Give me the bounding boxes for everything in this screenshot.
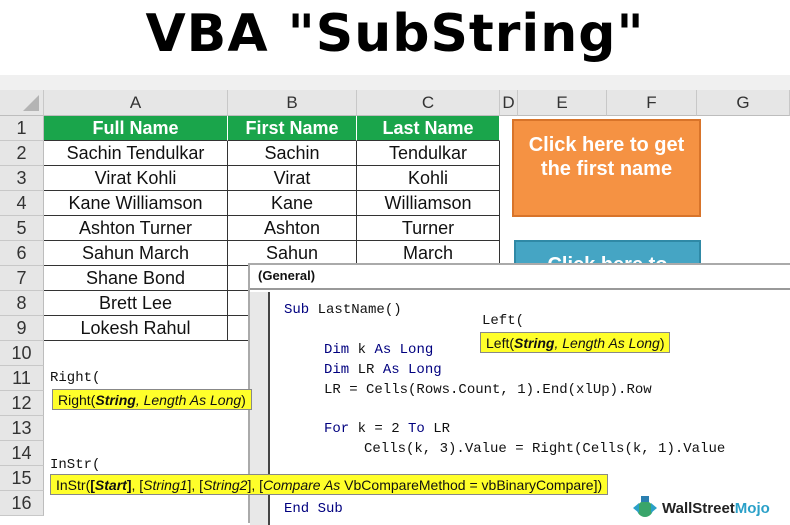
wallstreetmojo-logo: WallStreetMojo <box>632 495 770 521</box>
code-line[interactable]: Sub LastName() <box>284 302 402 318</box>
code-line[interactable]: For k = 2 To LR <box>324 421 450 437</box>
select-all-corner[interactable] <box>0 90 44 116</box>
row-header-6[interactable]: 6 <box>0 241 44 266</box>
keyword: Dim <box>324 342 350 358</box>
tip-text: ], [ <box>187 477 204 493</box>
row-header-14[interactable]: 14 <box>0 441 44 466</box>
column-header-d[interactable]: D <box>500 90 518 116</box>
keyword: As Long <box>382 362 442 378</box>
keyword: Sub <box>284 302 310 318</box>
column-header-g[interactable]: G <box>697 90 790 116</box>
table-cell[interactable]: Brett Lee <box>44 291 228 316</box>
instr-tooltip: InStr([Start], [String1], [String2], [Co… <box>50 474 609 495</box>
header-cell[interactable]: Full Name <box>44 116 228 141</box>
table-cell[interactable]: Lokesh Rahul <box>44 316 228 341</box>
row-header-16[interactable]: 16 <box>0 491 44 516</box>
typed-instr: InStr( <box>50 457 101 473</box>
table-cell[interactable]: Sachin <box>228 141 357 166</box>
get-first-name-button[interactable]: Click here to get the first name <box>512 119 701 217</box>
tip-param: String <box>95 392 136 408</box>
tip-param: Compare As <box>263 477 341 493</box>
table-cell[interactable]: Tendulkar <box>357 141 500 166</box>
tip-param: Length As Long <box>143 392 242 408</box>
tip-text: ) <box>241 392 246 408</box>
logo-text: WallStreet <box>662 499 735 517</box>
column-header-b[interactable]: B <box>228 90 357 116</box>
row-header-11[interactable]: 11 <box>0 366 44 391</box>
table-cell[interactable]: Kane <box>228 191 357 216</box>
row-header-3[interactable]: 3 <box>0 166 44 191</box>
code-text: LastName() <box>309 302 402 318</box>
code-line[interactable]: End Sub <box>284 501 343 517</box>
typed-right: Right( <box>50 370 101 386</box>
ribbon-strip <box>0 75 790 90</box>
row-header-2[interactable]: 2 <box>0 141 44 166</box>
row-header-5[interactable]: 5 <box>0 216 44 241</box>
code-text: k <box>349 342 375 358</box>
row-header-13[interactable]: 13 <box>0 416 44 441</box>
table-cell[interactable]: Sahun March <box>44 241 228 266</box>
row-header-10[interactable]: 10 <box>0 341 44 366</box>
tip-param: Start <box>94 477 127 493</box>
keyword: To <box>408 421 425 437</box>
row-header-7[interactable]: 7 <box>0 266 44 291</box>
code-line[interactable]: Dim LR As Long <box>324 362 442 378</box>
keyword: As Long <box>374 342 434 358</box>
code-text: LR <box>424 421 451 437</box>
tip-param: String2 <box>203 477 248 493</box>
header-cell[interactable]: First Name <box>228 116 357 141</box>
page-title: VBA "SubString" <box>145 4 645 64</box>
code-line[interactable]: Dim k As Long <box>324 342 433 358</box>
table-cell[interactable]: Kohli <box>357 166 500 191</box>
row-header-12[interactable]: 12 <box>0 391 44 416</box>
tip-param: Length As Long <box>562 335 660 351</box>
logo-text: Mojo <box>734 499 770 517</box>
row-header-9[interactable]: 9 <box>0 316 44 341</box>
right-tooltip: Right(String, Length As Long) <box>52 389 252 410</box>
code-line[interactable]: Cells(k, 3).Value = Right(Cells(k, 1).Va… <box>364 441 725 457</box>
tip-text: Right( <box>58 392 96 408</box>
table-cell[interactable]: Virat Kohli <box>44 166 228 191</box>
table-cell[interactable]: Virat <box>228 166 357 191</box>
tip-text: Left( <box>486 335 515 351</box>
tip-text: , <box>135 392 144 408</box>
code-text: LR <box>349 362 383 378</box>
tip-param: String <box>514 335 555 351</box>
row-header-4[interactable]: 4 <box>0 191 44 216</box>
code-line[interactable]: LR = Cells(Rows.Count, 1).End(xlUp).Row <box>324 382 652 398</box>
table-cell[interactable]: Ashton Turner <box>44 216 228 241</box>
code-text: k = 2 <box>349 421 409 437</box>
tip-param: String1 <box>143 477 188 493</box>
column-header-c[interactable]: C <box>357 90 500 116</box>
header-cell[interactable]: Last Name <box>357 116 500 141</box>
tip-text: , [ <box>131 477 144 493</box>
table-cell[interactable]: Turner <box>357 216 500 241</box>
column-header-a[interactable]: A <box>44 90 228 116</box>
table-cell[interactable]: Sachin Tendulkar <box>44 141 228 166</box>
tip-text: ], [ <box>247 477 263 493</box>
tip-text: ) <box>659 335 665 351</box>
procedure-dropdown[interactable]: (General) <box>250 265 790 290</box>
table-cell[interactable]: Shane Bond <box>44 266 228 291</box>
row-header-8[interactable]: 8 <box>0 291 44 316</box>
typed-left: Left( <box>482 313 525 329</box>
table-cell[interactable]: Kane Williamson <box>44 191 228 216</box>
column-header-e[interactable]: E <box>518 90 607 116</box>
tip-text: VbCompareMethod = vbBinaryCompare]) <box>340 477 603 493</box>
table-cell[interactable]: Williamson <box>357 191 500 216</box>
row-header-15[interactable]: 15 <box>0 466 44 491</box>
left-tooltip: Left(String, Length As Long) <box>480 332 671 353</box>
column-header-f[interactable]: F <box>607 90 697 116</box>
row-header-1[interactable]: 1 <box>0 116 44 141</box>
keyword: Dim <box>324 362 350 378</box>
table-cell[interactable]: Ashton <box>228 216 357 241</box>
keyword: For <box>324 421 350 437</box>
tip-text: InStr( <box>56 477 91 493</box>
logo-icon <box>633 496 657 517</box>
